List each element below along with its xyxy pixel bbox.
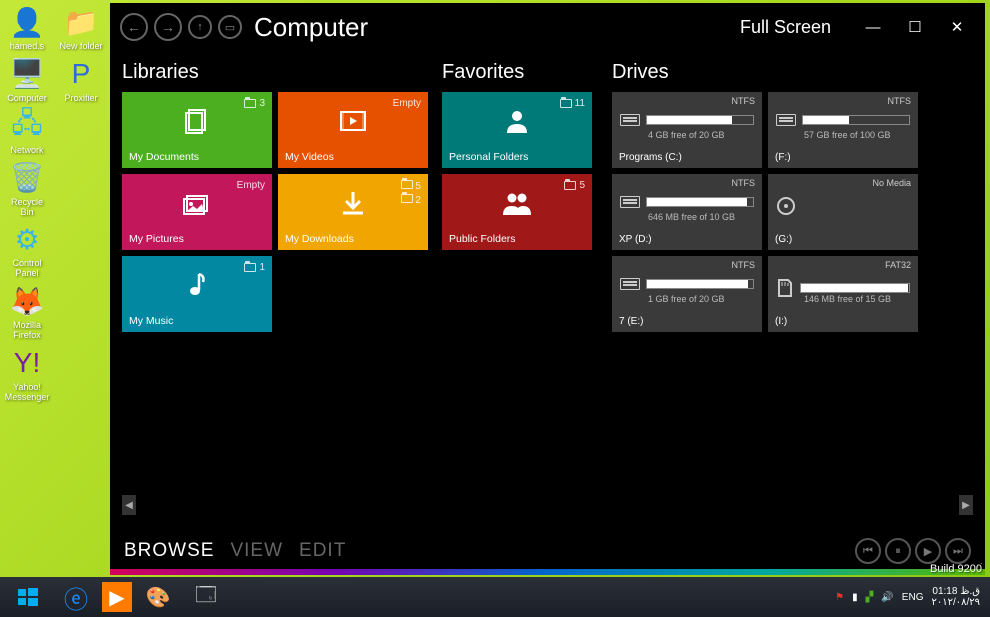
desktop-icon-mozilla-firefox[interactable]: 🦊Mozilla Firefox	[4, 283, 50, 341]
library-tile-my-videos[interactable]: EmptyMy Videos	[278, 92, 428, 168]
desktop: 👤hamed.s📁New folder🖥️ComputerPProxifier🖧…	[0, 0, 110, 575]
drive-tile-xp-d-[interactable]: NTFS 646 MB free of 10 GB XP (D:)	[612, 174, 762, 250]
drive-tile--f-[interactable]: NTFS 57 GB free of 100 GB (F:)	[768, 92, 918, 168]
close-button[interactable]: ✕	[939, 12, 975, 42]
docs-icon	[179, 106, 215, 136]
tray-network-icon[interactable]: ▞	[866, 592, 874, 603]
taskbar-paint-icon[interactable]: 🎨	[136, 579, 180, 615]
taskbar-media-icon[interactable]: ▶	[102, 582, 132, 612]
desktop-icon-yahoo-messenger[interactable]: Y!Yahoo! Messenger	[4, 345, 50, 403]
tray-flag-icon[interactable]: ⚑	[835, 592, 844, 603]
media-next-button[interactable]: ⏭	[945, 538, 971, 564]
titlebar: ← → ↑ ▭ Computer Full Screen ― ☐ ✕	[110, 3, 985, 51]
drive-tile--i-[interactable]: FAT32 146 MB free of 15 GB (I:)	[768, 256, 918, 332]
desktop-icon-new-folder[interactable]: 📁New folder	[58, 4, 104, 52]
mode-view[interactable]: VIEW	[230, 540, 283, 562]
app-window: ← → ↑ ▭ Computer Full Screen ― ☐ ✕ Libra…	[110, 3, 985, 575]
pics-icon	[179, 188, 215, 218]
fullscreen-button[interactable]: Full Screen	[740, 17, 831, 38]
tray-battery-icon[interactable]: ▮	[852, 592, 858, 603]
back-button[interactable]: ←	[120, 13, 148, 41]
drive-tile--g-[interactable]: No Media (G:)	[768, 174, 918, 250]
libraries-heading: Libraries	[122, 61, 432, 84]
forward-button[interactable]: →	[154, 13, 182, 41]
content-area: Libraries 3My DocumentsEmptyMy VideosEmp…	[110, 51, 985, 527]
start-button[interactable]	[6, 579, 50, 615]
taskbar-explorer-icon[interactable]: 🗔	[184, 579, 228, 615]
drives-heading: Drives	[612, 61, 973, 84]
minimize-button[interactable]: ―	[855, 12, 891, 42]
desktop-icon-proxifier[interactable]: PProxifier	[58, 56, 104, 104]
media-play-button[interactable]: ▶	[915, 538, 941, 564]
taskbar-ie-icon[interactable]: ⓔ	[54, 579, 98, 615]
desktop-icon-control-panel[interactable]: ⚙Control Panel	[4, 221, 50, 279]
desktop-icon-network[interactable]: 🖧Network	[4, 108, 50, 156]
favorite-tile-personal-folders[interactable]: 11Personal Folders	[442, 92, 592, 168]
accent-strip	[110, 569, 985, 575]
scroll-right-button[interactable]: ▶	[959, 495, 973, 515]
mode-browse[interactable]: BROWSE	[124, 540, 214, 562]
build-label: Build 9200	[930, 563, 982, 575]
up-button[interactable]: ↑	[188, 15, 212, 39]
desktop-icon-recycle-bin[interactable]: 🗑️Recycle Bin	[4, 160, 50, 218]
bottom-bar: BROWSE VIEW EDIT ⏮ ⏸ ▶ ⏭ ⋰	[110, 527, 985, 575]
video-icon	[335, 106, 371, 136]
maximize-button[interactable]: ☐	[897, 12, 933, 42]
window-title: Computer	[254, 12, 368, 43]
users-icon	[499, 188, 535, 218]
favorite-tile-public-folders[interactable]: 5Public Folders	[442, 174, 592, 250]
desktop-icon-computer[interactable]: 🖥️Computer	[4, 56, 50, 104]
favorites-heading: Favorites	[442, 61, 602, 84]
library-tile-my-downloads[interactable]: 5 2My Downloads	[278, 174, 428, 250]
scroll-left-button[interactable]: ◀	[122, 495, 136, 515]
system-tray: ⚑ ▮ ▞ 🔊 ENG 01:18 ق.ظ ۲۰۱۲/۰۸/۲۹	[835, 586, 986, 609]
tray-volume-icon[interactable]: 🔊	[881, 592, 893, 603]
music-icon	[179, 270, 215, 300]
user-icon	[499, 106, 535, 136]
library-tile-my-music[interactable]: 1My Music	[122, 256, 272, 332]
drives-section: Drives NTFS 4 GB free of 20 GB Programs …	[612, 61, 973, 527]
tray-clock[interactable]: 01:18 ق.ظ ۲۰۱۲/۰۸/۲۹	[931, 586, 980, 609]
media-pause-button[interactable]: ⏸	[885, 538, 911, 564]
media-controls: ⏮ ⏸ ▶ ⏭	[855, 538, 971, 564]
drive-tile-programs-c-[interactable]: NTFS 4 GB free of 20 GB Programs (C:)	[612, 92, 762, 168]
favorites-section: Favorites 11Personal Folders5Public Fold…	[442, 61, 602, 527]
media-prev-button[interactable]: ⏮	[855, 538, 881, 564]
libraries-section: Libraries 3My DocumentsEmptyMy VideosEmp…	[122, 61, 432, 527]
library-tile-my-documents[interactable]: 3My Documents	[122, 92, 272, 168]
mode-edit[interactable]: EDIT	[299, 540, 346, 562]
library-tile-my-pictures[interactable]: EmptyMy Pictures	[122, 174, 272, 250]
taskbar: ⓔ ▶ 🎨 🗔 ⚑ ▮ ▞ 🔊 ENG 01:18 ق.ظ ۲۰۱۲/۰۸/۲۹	[0, 577, 990, 617]
tray-language[interactable]: ENG	[902, 592, 924, 603]
dl-icon	[335, 188, 371, 218]
drive-tile-7-e-[interactable]: NTFS 1 GB free of 20 GB 7 (E:)	[612, 256, 762, 332]
view-toggle-button[interactable]: ▭	[218, 15, 242, 39]
desktop-icon-hamed-s[interactable]: 👤hamed.s	[4, 4, 50, 52]
